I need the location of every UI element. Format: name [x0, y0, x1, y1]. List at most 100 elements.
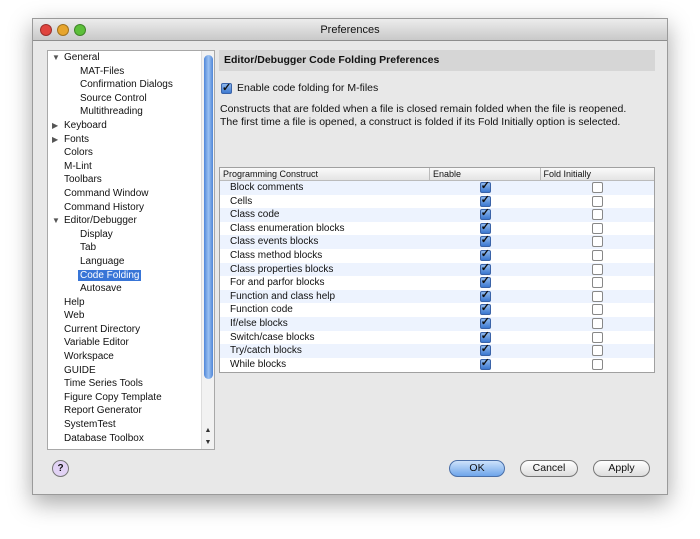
fold-initially-checkbox[interactable] — [591, 249, 603, 261]
construct-name: While blocks — [230, 358, 287, 370]
tree-item[interactable]: Autosave — [48, 282, 214, 296]
fold-initially-checkbox[interactable] — [591, 209, 603, 221]
enable-checkbox[interactable] — [479, 330, 491, 343]
table-row: Class events blocks — [220, 234, 654, 249]
enable-checkbox[interactable] — [479, 275, 491, 289]
apply-button[interactable]: Apply — [593, 460, 650, 477]
column-header-construct[interactable]: Programming Construct — [220, 168, 431, 180]
tree-item-label: Multithreading — [80, 106, 143, 118]
description-line-2: The first time a file is opened, a const… — [220, 116, 621, 128]
tree-item[interactable]: ▼ General — [48, 51, 214, 65]
tree-item[interactable]: Colors — [48, 146, 214, 160]
tree-item[interactable]: Command History — [48, 201, 214, 215]
tree-item-label: Editor/Debugger — [64, 215, 137, 227]
fold-initially-checkbox[interactable] — [591, 317, 603, 329]
tree-item-label: Language — [80, 255, 125, 267]
tree-item-label: Toolbars — [64, 174, 102, 186]
tree-item-label: Keyboard — [64, 119, 107, 131]
construct-name: Class enumeration blocks — [230, 222, 345, 234]
enable-checkbox[interactable] — [479, 207, 491, 221]
fold-initially-checkbox[interactable] — [591, 331, 603, 343]
fold-initially-checkbox[interactable] — [591, 277, 603, 289]
table-row: Try/catch blocks — [220, 343, 654, 358]
tree-item-label: Workspace — [64, 351, 114, 363]
fold-initially-checkbox[interactable] — [591, 345, 603, 357]
tree-item[interactable]: Display — [48, 228, 214, 242]
column-header-enable[interactable]: Enable — [430, 168, 541, 180]
enable-checkbox[interactable] — [479, 194, 491, 207]
fold-initially-checkbox[interactable] — [591, 358, 603, 370]
tree-item[interactable]: M-Lint — [48, 160, 214, 174]
tree-item[interactable]: ▶ Keyboard — [48, 119, 214, 133]
ok-button[interactable]: OK — [449, 460, 505, 477]
minimize-button[interactable] — [57, 24, 69, 36]
enable-checkbox[interactable] — [479, 248, 491, 262]
construct-name: Function and class help — [230, 290, 336, 302]
enable-code-folding-checkbox[interactable]: Enable code folding for M-files — [221, 81, 378, 94]
tree-item[interactable]: Report Generator — [48, 404, 214, 418]
table-row: Class enumeration blocks — [220, 221, 654, 236]
enable-checkbox[interactable] — [479, 234, 491, 248]
tree-scrollbar[interactable]: ▲ ▼ — [201, 51, 214, 449]
fold-initially-checkbox[interactable] — [591, 195, 603, 207]
tree-item[interactable]: Code Folding — [48, 269, 214, 283]
tree-item-label: Display — [80, 228, 113, 240]
tree-item[interactable]: Toolbars — [48, 173, 214, 187]
tree-item-label: Confirmation Dialogs — [80, 79, 173, 91]
fold-initially-checkbox[interactable] — [591, 222, 603, 234]
collapsed-triangle-icon[interactable]: ▶ — [52, 133, 58, 147]
fold-initially-checkbox[interactable] — [591, 304, 603, 316]
construct-name: Function code — [230, 304, 293, 316]
tree-item[interactable]: Current Directory — [48, 323, 214, 337]
table-row: Switch/case blocks — [220, 330, 654, 345]
enable-checkbox[interactable] — [479, 343, 491, 357]
checkbox-checked-icon[interactable] — [221, 81, 232, 94]
tree-item[interactable]: Tab — [48, 241, 214, 255]
expanded-triangle-icon[interactable]: ▼ — [52, 51, 60, 65]
fold-initially-checkbox[interactable] — [591, 182, 603, 193]
tree-item[interactable]: Time Series Tools — [48, 377, 214, 391]
tree-item[interactable]: Language — [48, 255, 214, 269]
tree-item[interactable]: SystemTest — [48, 418, 214, 432]
tree-item-label: Fonts — [64, 133, 90, 145]
enable-checkbox[interactable] — [479, 289, 491, 302]
tree-item[interactable]: Command Window — [48, 187, 214, 201]
expanded-triangle-icon[interactable]: ▼ — [52, 214, 60, 228]
tree-item-label: General — [64, 52, 100, 63]
fold-initially-checkbox[interactable] — [591, 236, 603, 248]
construct-name: Switch/case blocks — [230, 331, 315, 343]
close-button[interactable] — [40, 24, 52, 36]
tree-item[interactable]: MAT-Files — [48, 65, 214, 79]
tree-item[interactable]: Figure Copy Template — [48, 391, 214, 405]
tree-item-label: M-Lint — [64, 160, 92, 172]
tree-item[interactable]: Web — [48, 309, 214, 323]
enable-checkbox[interactable] — [479, 316, 491, 330]
column-header-fold-initially[interactable]: Fold Initially — [541, 168, 654, 180]
enable-checkbox[interactable] — [479, 302, 491, 316]
help-button[interactable]: ? — [52, 460, 69, 477]
tree-item[interactable]: Workspace — [48, 350, 214, 364]
scrollbar-thumb[interactable] — [204, 55, 213, 379]
tree-item[interactable]: Help — [48, 296, 214, 310]
fold-initially-checkbox[interactable] — [591, 263, 603, 275]
tree-item[interactable]: Database Toolbox — [48, 432, 214, 446]
construct-name: Cells — [230, 195, 253, 207]
tree-item[interactable]: Multithreading — [48, 105, 214, 119]
fold-initially-checkbox[interactable] — [591, 290, 603, 302]
enable-checkbox[interactable] — [479, 262, 491, 275]
tree-item[interactable]: Confirmation Dialogs — [48, 78, 214, 92]
preferences-tree: ▼ General MAT-Files Confirmation Dialogs Sou… — [47, 50, 215, 450]
tree-item[interactable]: Variable Editor — [48, 336, 214, 350]
tree-item[interactable]: ▶ Fonts — [48, 133, 214, 147]
tree-item[interactable]: Source Control — [48, 92, 214, 106]
enable-checkbox[interactable] — [479, 357, 491, 370]
enable-checkbox[interactable] — [479, 221, 491, 234]
collapsed-triangle-icon[interactable]: ▶ — [52, 119, 58, 133]
enable-checkbox[interactable] — [479, 180, 491, 194]
scroll-down-arrow-icon[interactable]: ▼ — [202, 437, 214, 449]
cancel-button[interactable]: Cancel — [520, 460, 578, 477]
tree-item[interactable]: ▼ Editor/Debugger — [48, 214, 214, 228]
tree-item[interactable]: GUIDE — [48, 364, 214, 378]
scroll-up-arrow-icon[interactable]: ▲ — [202, 425, 214, 437]
zoom-button[interactable] — [74, 24, 86, 36]
